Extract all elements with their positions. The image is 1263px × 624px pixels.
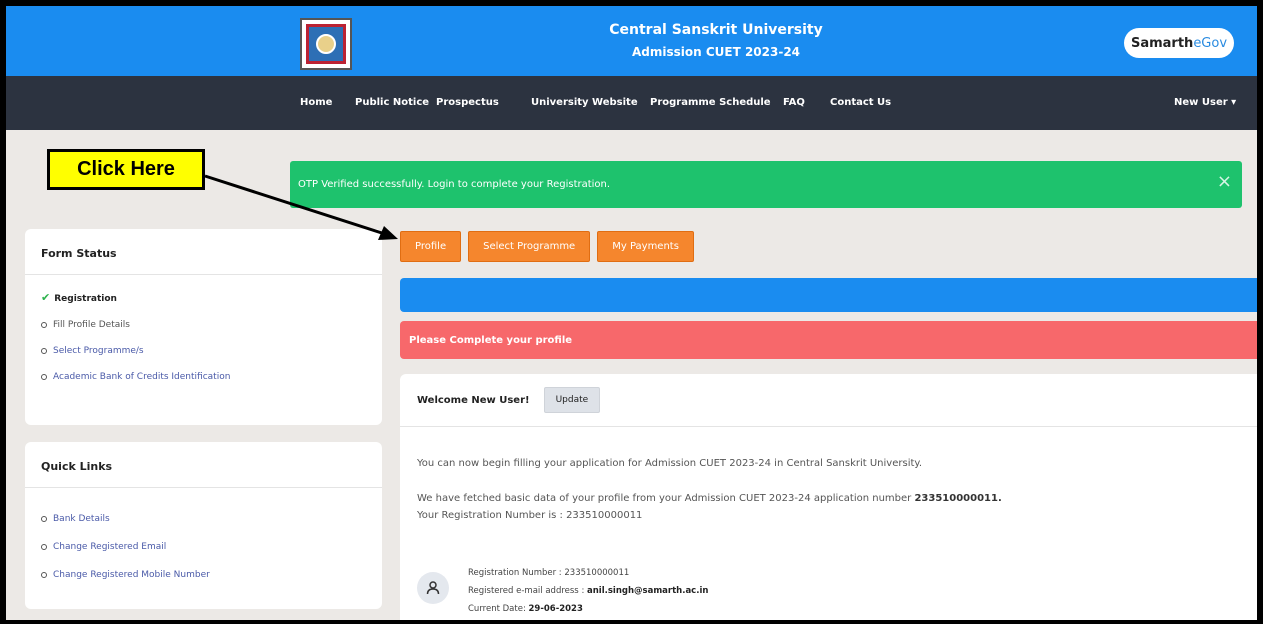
info-email: Registered e-mail address : anil.singh@s… <box>468 586 709 596</box>
link-change-mobile[interactable]: Change Registered Mobile Number <box>41 570 366 580</box>
samarth-egov-logo[interactable]: Samarth eGov <box>1124 28 1234 58</box>
close-icon[interactable]: × <box>1217 171 1232 192</box>
form-status-title: Form Status <box>25 229 382 275</box>
welcome-header: Welcome New User! Update <box>400 374 1257 427</box>
bullet-icon <box>41 515 47 522</box>
welcome-card: Welcome New User! Update You can now beg… <box>400 374 1257 620</box>
select-programme-button[interactable]: Select Programme <box>468 231 591 262</box>
application-number: 233510000011. <box>914 493 1002 504</box>
nav-programme-schedule[interactable]: Programme Schedule <box>650 97 771 108</box>
site-title: Central Sanskrit University Admission CU… <box>566 22 866 59</box>
quick-links-title: Quick Links <box>25 442 382 488</box>
bullet-icon <box>41 347 47 354</box>
intro-line: You can now begin filling your applicati… <box>417 458 923 469</box>
otp-success-alert: OTP Verified successfully. Login to comp… <box>290 161 1242 208</box>
info-date: Current Date: 29-06-2023 <box>468 604 583 614</box>
check-icon: ✔ <box>41 291 51 304</box>
nav-home[interactable]: Home <box>300 97 332 108</box>
nav-university-website[interactable]: University Website <box>531 97 638 108</box>
status-registration: ✔ Registration <box>41 291 117 304</box>
bullet-icon <box>41 571 47 578</box>
action-buttons: Profile Select Programme My Payments <box>400 231 694 262</box>
update-button[interactable]: Update <box>543 387 601 413</box>
fetched-data-line: We have fetched basic data of your profi… <box>417 493 1002 504</box>
screenshot-frame: Central Sanskrit University Admission CU… <box>0 0 1263 624</box>
link-bank-details[interactable]: Bank Details <box>41 514 366 524</box>
incomplete-profile-text: Please Complete your profile <box>409 334 573 346</box>
nav-contact-us[interactable]: Contact Us <box>830 97 891 108</box>
nav-faq[interactable]: FAQ <box>783 97 805 108</box>
quick-links-card: Quick Links Bank Details Change Register… <box>25 442 382 609</box>
link-change-email[interactable]: Change Registered Email <box>41 542 366 552</box>
status-academic-bank[interactable]: Academic Bank of Credits Identification <box>41 372 366 382</box>
incomplete-profile-alert: Please Complete your profile <box>400 321 1257 359</box>
quick-links-list: Bank Details Change Registered Email Cha… <box>25 488 382 580</box>
alert-message: OTP Verified successfully. Login to comp… <box>298 179 611 190</box>
click-here-callout: Click Here <box>47 149 205 190</box>
university-emblem-icon[interactable] <box>300 18 352 70</box>
header-bar: Central Sanskrit University Admission CU… <box>6 6 1257 76</box>
nav-public-notice[interactable]: Public Notice <box>355 97 429 108</box>
form-status-card: Form Status ✔ Registration Fill Profile D… <box>25 229 382 425</box>
info-registration: Registration Number : 233510000011 <box>468 568 630 578</box>
bullet-icon <box>41 373 47 380</box>
user-icon <box>417 572 449 604</box>
my-payments-button[interactable]: My Payments <box>597 231 694 262</box>
form-status-list: ✔ Registration Fill Profile Details Selec… <box>25 275 382 382</box>
bullet-icon <box>41 543 47 550</box>
registration-number-line: Your Registration Number is : 2335100000… <box>417 510 643 521</box>
status-fill-profile[interactable]: Fill Profile Details <box>41 320 366 330</box>
bullet-icon <box>41 321 47 328</box>
profile-button[interactable]: Profile <box>400 231 462 262</box>
university-name: Central Sanskrit University <box>609 22 823 38</box>
main-nav: Home Public Notice Prospectus University… <box>6 76 1257 130</box>
user-menu[interactable]: New User ▾ <box>1174 97 1236 108</box>
info-banner <box>400 278 1257 312</box>
nav-prospectus[interactable]: Prospectus <box>436 97 499 108</box>
admission-title: Admission CUET 2023-24 <box>631 45 801 59</box>
status-select-programme[interactable]: Select Programme/s <box>41 346 366 356</box>
welcome-text: Welcome New User! <box>417 394 530 406</box>
